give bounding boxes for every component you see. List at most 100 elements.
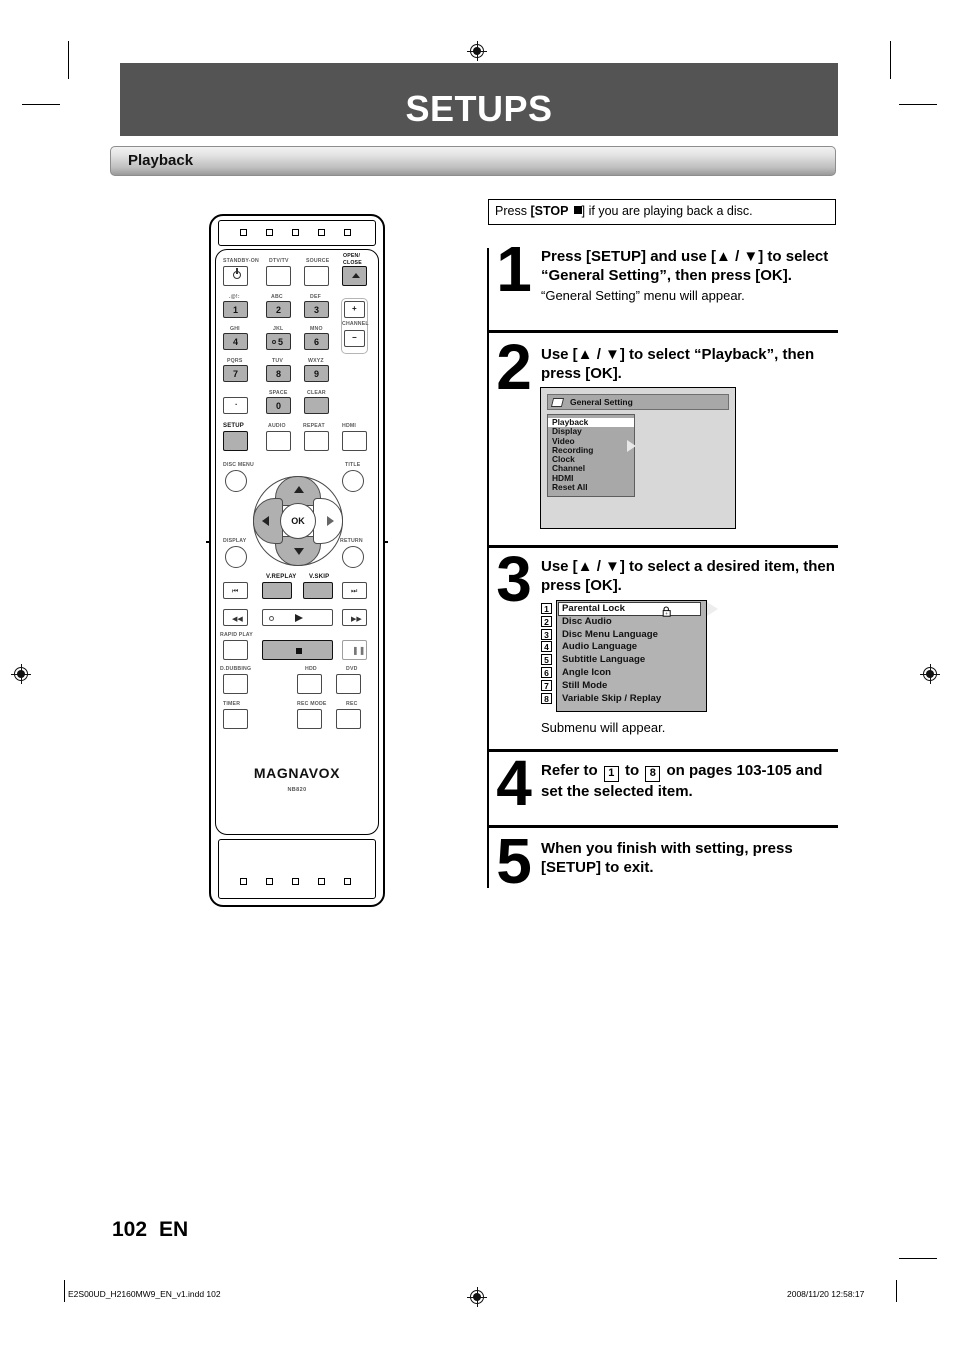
- remote-button-0[interactable]: 0: [266, 397, 291, 414]
- osd-submenu-item[interactable]: 7 Still Mode: [541, 679, 706, 693]
- tactile-dot-icon: [272, 340, 276, 344]
- remote-button-source[interactable]: [304, 266, 329, 286]
- pause-icon: ❚❚: [352, 646, 366, 655]
- remote-button-play[interactable]: [262, 609, 333, 626]
- remote-button-7[interactable]: 7: [223, 365, 248, 382]
- osd-general-setting: General Setting Playback Display Video Reco…: [540, 387, 736, 529]
- remote-button-rewind[interactable]: ◀◀: [223, 609, 248, 626]
- remote-key-6-text: 6: [314, 337, 320, 347]
- remote-button-repeat[interactable]: [304, 431, 329, 451]
- remote-button-rec[interactable]: [336, 709, 361, 729]
- remote-button-8[interactable]: 8: [266, 365, 291, 382]
- osd-submenu-label: Audio Language: [562, 641, 638, 653]
- remote-key-5-text: 5: [278, 337, 284, 347]
- remote-button-title[interactable]: [342, 470, 364, 492]
- remote-label-num8-alpha: TUV: [272, 358, 283, 364]
- remote-button-clear[interactable]: [304, 397, 329, 414]
- osd-submenu-item[interactable]: 3 Disc Menu Language: [541, 628, 706, 642]
- osd-submenu-item[interactable]: 6 Angle Icon: [541, 666, 706, 680]
- remote-top-led-2: [266, 229, 273, 236]
- remote-button-2[interactable]: 2: [266, 301, 291, 318]
- remote-key-4-text: 4: [233, 337, 239, 347]
- remote-button-1[interactable]: 1: [223, 301, 248, 318]
- arrow-right-icon: [327, 516, 334, 526]
- remote-button-6[interactable]: 6: [304, 333, 329, 350]
- stop-note-suffix: ] if you are playing back a disc.: [581, 204, 753, 218]
- remote-button-channel-up[interactable]: +: [344, 301, 365, 318]
- remote-button-hdmi[interactable]: [342, 431, 367, 451]
- osd-submenu-item[interactable]: 5 Subtitle Language: [541, 654, 706, 667]
- remote-bottom-panel: [218, 839, 376, 899]
- step-3-subtext: Submenu will appear.: [541, 720, 666, 735]
- remote-button-skip-forward[interactable]: ⏭: [342, 582, 367, 599]
- remote-button-9[interactable]: 9: [304, 365, 329, 382]
- remote-button-pause[interactable]: ❚❚: [342, 640, 367, 660]
- osd-submenu-item[interactable]: +1 Parental Lock: [541, 602, 718, 617]
- remote-button-dvd[interactable]: [336, 674, 361, 694]
- crop-mark-tr-v: [890, 41, 891, 79]
- stop-note-box: Press [STOP ] if you are playing back a …: [488, 199, 836, 225]
- remote-button-v-skip[interactable]: [303, 582, 333, 599]
- remote-button-standby-on[interactable]: [223, 266, 248, 286]
- step-2-heading: Use [▲ / ▼] to select “Playback”, then p…: [541, 346, 815, 383]
- padlock-icon: +: [661, 604, 673, 617]
- remote-button-return[interactable]: [342, 546, 364, 568]
- step-4-text-a: Refer to: [541, 762, 602, 779]
- step-1-heading: Press [SETUP] and use [▲ / ▼] to select …: [541, 248, 829, 285]
- remote-button-stop[interactable]: [262, 640, 333, 660]
- remote-button-timer[interactable]: [223, 709, 248, 729]
- remote-label-audio: AUDIO: [268, 423, 286, 429]
- remote-side-tick-left: [206, 541, 210, 543]
- step-4-ref-to: 8: [645, 766, 661, 782]
- remote-button-d-dubbing[interactable]: [223, 674, 248, 694]
- remote-button-channel-down[interactable]: −: [344, 330, 365, 347]
- remote-button-skip-back[interactable]: ⏮: [223, 582, 248, 599]
- remote-button-setup[interactable]: [223, 431, 248, 451]
- remote-control-illustration: STANDBY-ON DTV/TV SOURCE OPEN/ CLOSE .@!…: [206, 214, 388, 907]
- osd-menu-item[interactable]: Reset All: [548, 482, 634, 492]
- remote-button-hdd[interactable]: [297, 674, 322, 694]
- step-3-number: 3: [496, 543, 532, 615]
- remote-label-rec-mode: REC MODE: [297, 701, 327, 707]
- arrow-up-icon: [294, 486, 304, 493]
- remote-label-disc-menu: DISC MENU: [223, 462, 254, 468]
- step-5-body: When you finish with setting, press [SET…: [541, 839, 836, 877]
- remote-button-ok[interactable]: OK: [280, 503, 316, 539]
- remote-bottom-led-5: [344, 878, 351, 885]
- remote-button-dot[interactable]: ·: [223, 397, 248, 414]
- remote-button-4[interactable]: 4: [223, 333, 248, 350]
- osd-title-bar: General Setting: [547, 394, 729, 410]
- osd-submenu-index: 1: [541, 603, 552, 614]
- osd-menu-list: Playback Display Video Recording Clock Channe…: [547, 414, 636, 498]
- remote-button-display[interactable]: [225, 546, 247, 568]
- remote-button-rapid-play[interactable]: [223, 640, 248, 660]
- remote-button-dtv-tv[interactable]: [266, 266, 291, 286]
- step-5-heading: When you finish with setting, press [SET…: [541, 840, 793, 877]
- remote-button-5[interactable]: 5: [266, 333, 291, 350]
- remote-button-audio[interactable]: [266, 431, 291, 451]
- stop-note-key: [STOP: [530, 204, 572, 218]
- remote-button-3[interactable]: 3: [304, 301, 329, 318]
- page-number-value: 102: [112, 1218, 148, 1241]
- remote-key-3-text: 3: [314, 305, 320, 315]
- footer-rule-right: [896, 1280, 897, 1302]
- remote-button-rec-mode[interactable]: [297, 709, 322, 729]
- remote-top-led-4: [318, 229, 325, 236]
- footer-rule-left: [64, 1280, 65, 1302]
- section-title: Playback: [128, 152, 194, 169]
- remote-label-open-close-1: OPEN/: [343, 253, 361, 259]
- osd-submenu-label: Angle Icon: [562, 666, 612, 678]
- osd-submenu-item[interactable]: 8 Variable Skip / Replay: [541, 692, 706, 706]
- remote-label-num2-alpha: ABC: [271, 294, 283, 300]
- remote-key-dot-text: ·: [235, 400, 238, 409]
- osd-submenu-item[interactable]: 4 Audio Language: [541, 641, 706, 654]
- osd-submenu-item[interactable]: 2 Disc Audio: [541, 615, 706, 629]
- remote-button-fast-forward[interactable]: ▶▶: [342, 609, 367, 626]
- remote-button-open-close[interactable]: [342, 266, 367, 286]
- remote-button-disc-menu[interactable]: [225, 470, 247, 492]
- remote-label-channel: CHANNEL: [342, 321, 369, 327]
- osd-playback-submenu: +1 Parental Lock 2 Disc Audio 3 Disc Menu Lan…: [541, 600, 718, 712]
- page-title-bar: SETUPS: [120, 63, 838, 136]
- remote-label-rec: REC: [346, 701, 358, 707]
- remote-button-v-replay[interactable]: [262, 582, 292, 599]
